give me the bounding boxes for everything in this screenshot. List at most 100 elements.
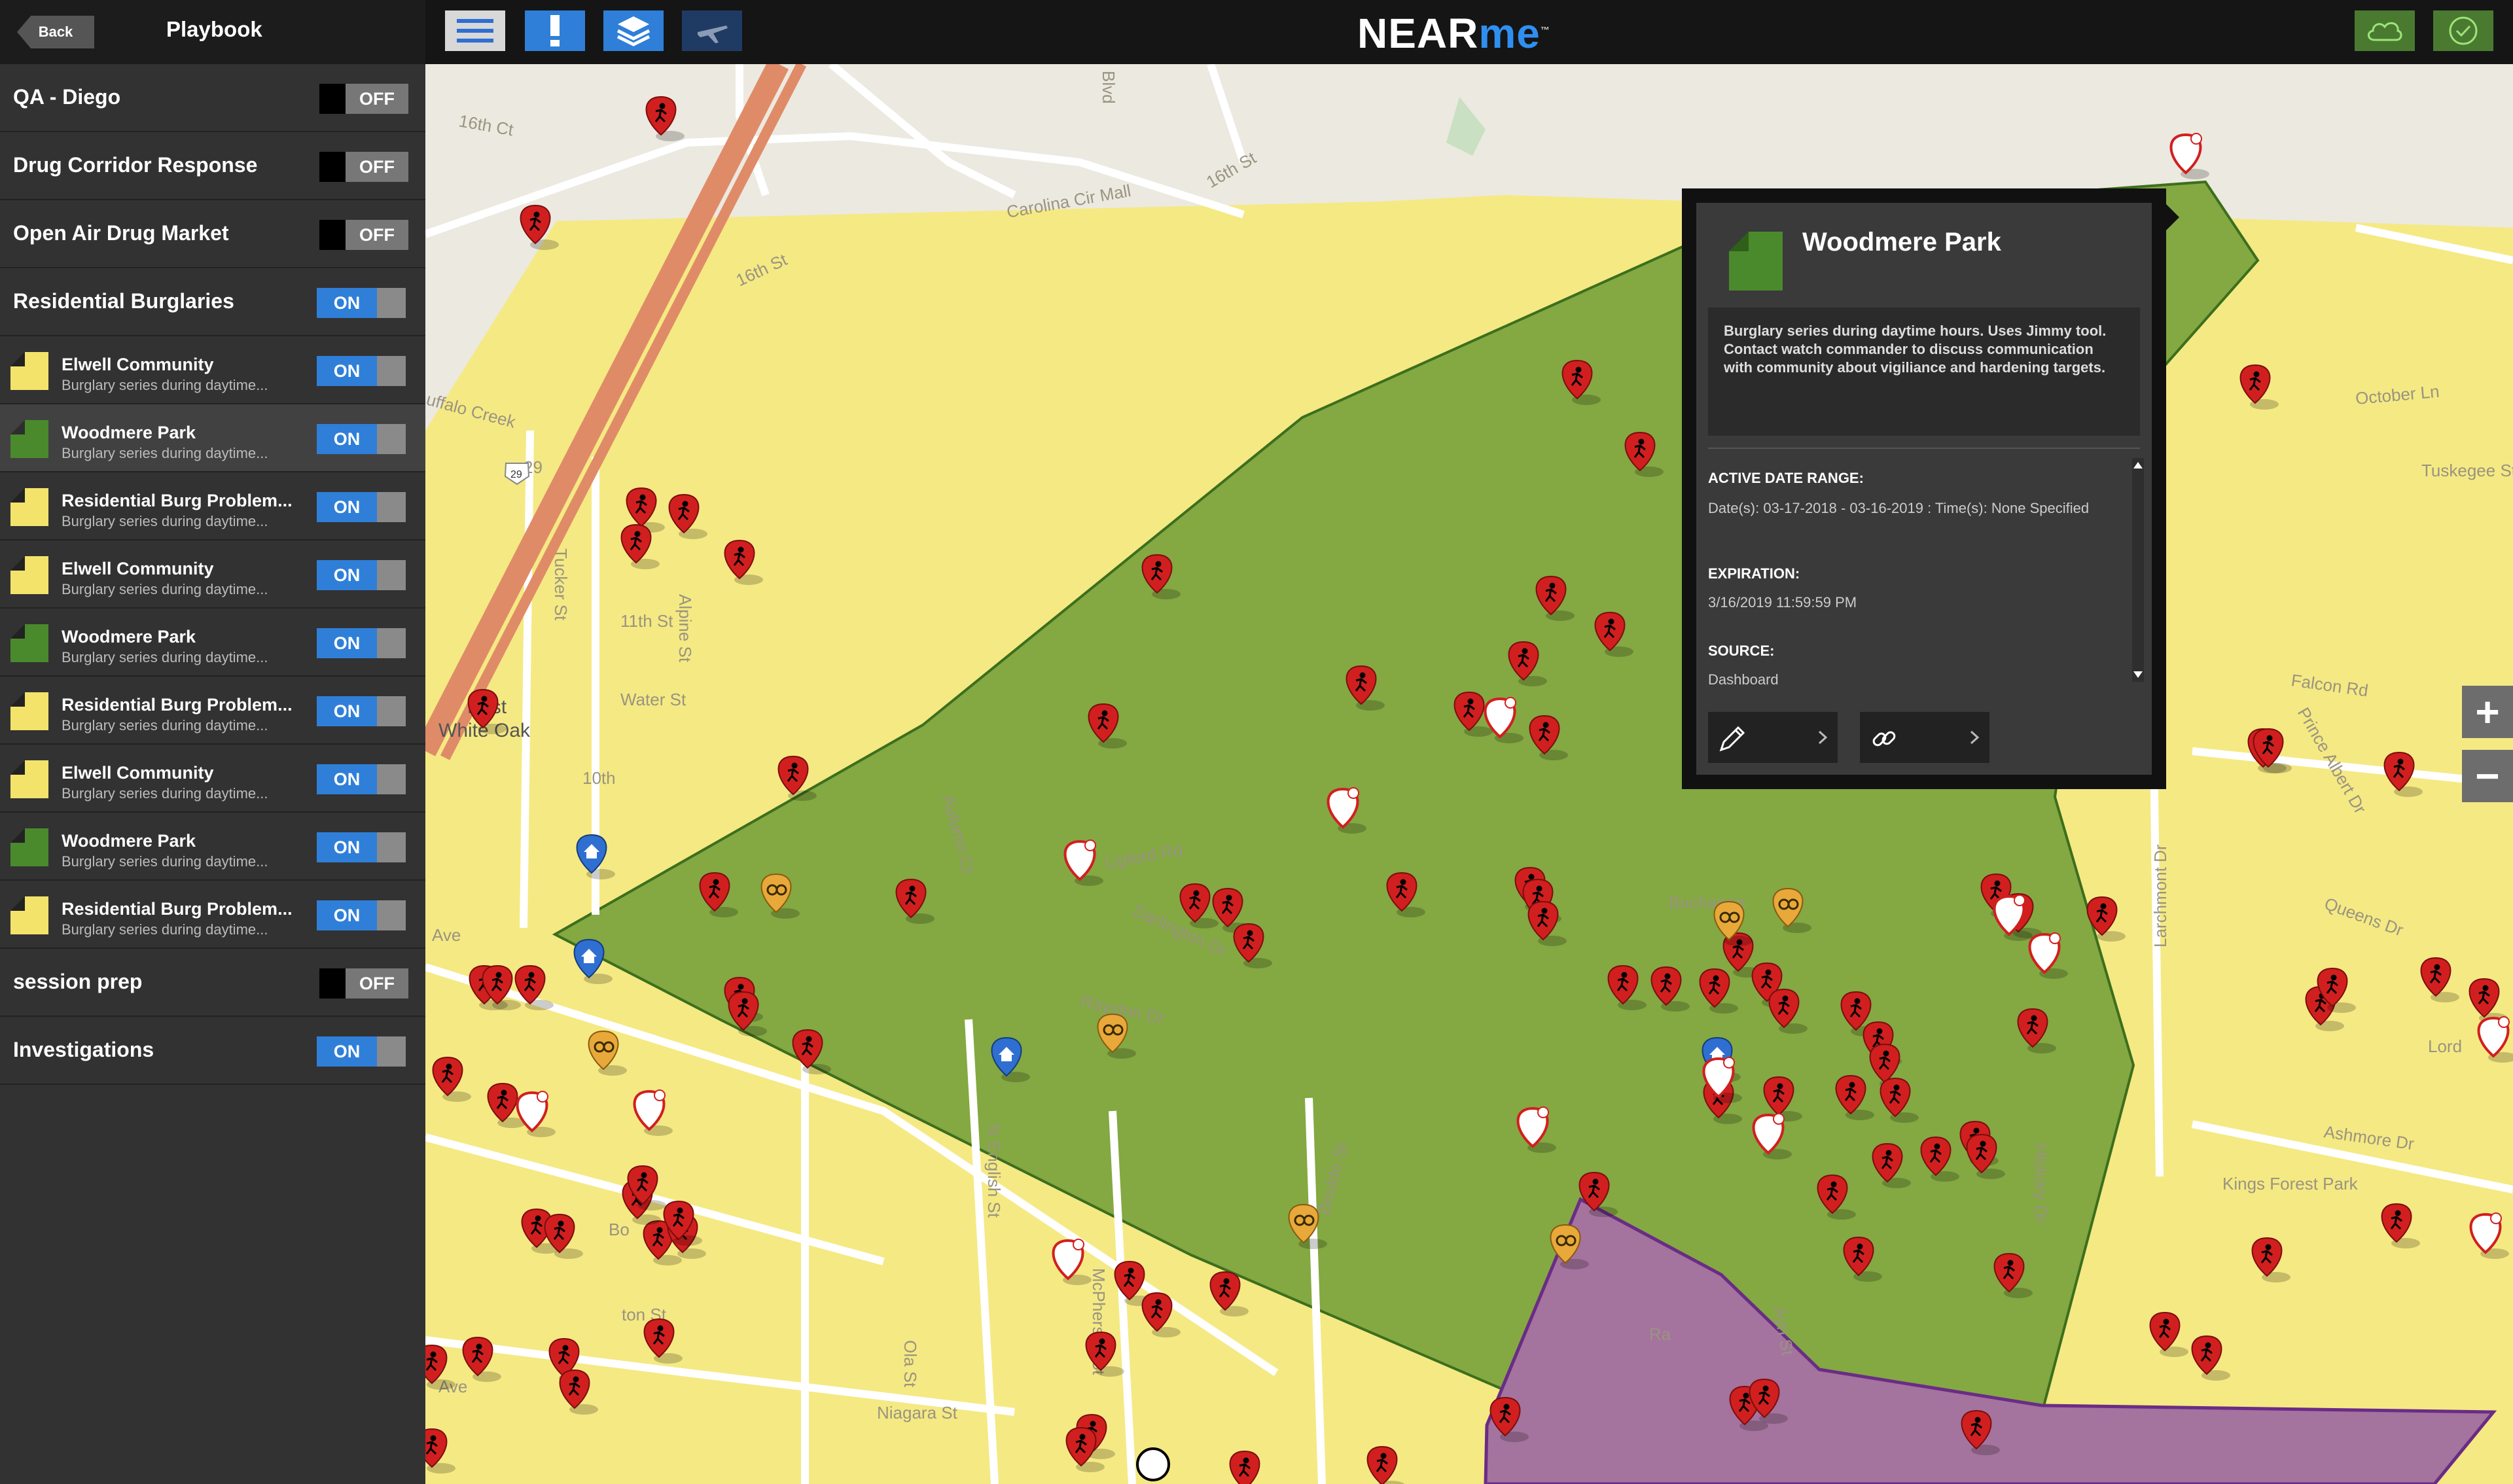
layer-item-title: Residential Burg Problem... — [62, 695, 293, 715]
street-label: Larchmont Dr — [2150, 844, 2170, 947]
popup-pointer — [2165, 203, 2179, 232]
layer-item[interactable]: Woodmere Park Burglary series during dayt… — [0, 813, 425, 881]
link-button[interactable] — [1860, 712, 1989, 763]
layer-item-title: Elwell Community — [62, 559, 214, 578]
flight-button[interactable] — [682, 10, 742, 51]
street-label: 10th — [582, 768, 616, 788]
back-button[interactable]: Back — [17, 16, 94, 48]
layer-item[interactable]: Elwell Community Burglary series during d… — [0, 336, 425, 404]
toggle-label: ON — [317, 696, 377, 726]
active-date-label: ACTIVE DATE RANGE: — [1708, 470, 1864, 486]
toggle-label: ON — [317, 356, 377, 386]
visibility-toggle[interactable]: ON — [317, 424, 406, 454]
expiration-value: 3/16/2019 11:59:59 PM — [1708, 594, 1857, 610]
map-view[interactable]: 16th Ct 16th St Carolina Cir Mall 16th S… — [425, 64, 2513, 1484]
playbook-item[interactable]: Open Air Drug Market OFF — [0, 200, 425, 268]
layer-swatch-icon — [10, 760, 48, 798]
visibility-toggle[interactable]: ON — [317, 560, 406, 590]
chevron-right-icon — [1818, 730, 1827, 745]
visibility-toggle[interactable]: OFF — [319, 152, 408, 182]
layer-item[interactable]: Residential Burg Problem... Burglary seri… — [0, 881, 425, 949]
visibility-toggle[interactable]: ON — [317, 492, 406, 522]
street-label: Water St — [620, 690, 686, 709]
playbook-item[interactable]: QA - Diego OFF — [0, 64, 425, 132]
menu-icon — [457, 19, 493, 43]
toggle-label: ON — [317, 900, 377, 930]
check-circle-icon — [2449, 16, 2478, 45]
layer-item-title: Woodmere Park — [62, 627, 196, 646]
edit-button[interactable] — [1708, 712, 1838, 763]
layer-item[interactable]: Residential Burg Problem... Burglary seri… — [0, 677, 425, 745]
field-interview-marker[interactable] — [1136, 1447, 1170, 1481]
visibility-toggle[interactable]: ON — [317, 288, 406, 318]
logo-tm: ™ — [1540, 24, 1550, 35]
layers-button[interactable] — [603, 10, 664, 51]
playbook-item-title: Investigations — [13, 1038, 154, 1061]
toggle-label: ON — [317, 832, 377, 862]
visibility-toggle[interactable]: ON — [317, 900, 406, 930]
visibility-toggle[interactable]: ON — [317, 764, 406, 794]
zoom-in-button[interactable]: + — [2462, 686, 2513, 738]
layer-item[interactable]: Residential Burg Problem... Burglary seri… — [0, 472, 425, 540]
playbook-item[interactable]: session prep OFF — [0, 949, 425, 1017]
source-value: Dashboard — [1708, 671, 1779, 688]
toggle-knob — [377, 356, 406, 386]
logo-near: NEAR — [1357, 10, 1479, 57]
layer-swatch-icon — [1729, 232, 1783, 291]
toggle-knob — [377, 492, 406, 522]
nearme-logo: NEARme™ — [1357, 9, 1550, 58]
visibility-toggle[interactable]: OFF — [319, 220, 408, 250]
route-29-shield-label: 29 — [510, 469, 522, 480]
visibility-toggle[interactable]: ON — [317, 696, 406, 726]
layer-item-description: Burglary series during daytime... — [62, 581, 268, 597]
layer-item-description: Burglary series during daytime... — [62, 513, 268, 529]
layer-item[interactable]: Woodmere Park Burglary series during dayt… — [0, 404, 425, 472]
playbook-item[interactable]: Drug Corridor Response OFF — [0, 132, 425, 200]
layer-item-description: Burglary series during daytime... — [62, 717, 268, 733]
alerts-button[interactable] — [525, 10, 585, 51]
pencil-icon — [1719, 726, 1745, 752]
zoom-out-button[interactable]: − — [2462, 750, 2513, 802]
visibility-toggle[interactable]: OFF — [319, 968, 408, 998]
visibility-toggle[interactable]: ON — [317, 1036, 406, 1067]
playbook-item-title: session prep — [13, 970, 143, 993]
toggle-knob — [377, 628, 406, 658]
street-label: N English St — [984, 1124, 1004, 1218]
layer-item-title: Woodmere Park — [62, 831, 196, 851]
menu-button[interactable] — [445, 10, 505, 51]
toggle-knob — [377, 560, 406, 590]
visibility-toggle[interactable]: OFF — [319, 84, 408, 114]
layer-item[interactable]: Elwell Community Burglary series during d… — [0, 745, 425, 813]
status-button[interactable] — [2433, 10, 2493, 51]
visibility-toggle[interactable]: ON — [317, 356, 406, 386]
street-label: Tucker St — [551, 548, 571, 621]
scroll-up-icon[interactable] — [2133, 462, 2143, 468]
layer-item-title: Residential Burg Problem... — [62, 899, 293, 919]
scroll-down-icon[interactable] — [2133, 671, 2143, 678]
street-label: 11th St — [620, 611, 673, 631]
street-label: Lord — [2428, 1036, 2462, 1056]
playbook-item-title: Drug Corridor Response — [13, 153, 258, 177]
popup-separator — [1708, 448, 2140, 449]
toggle-knob — [319, 220, 346, 250]
layer-item-description: Burglary series during daytime... — [62, 785, 268, 802]
playbook-item[interactable]: Investigations ON — [0, 1017, 425, 1085]
toggle-knob — [377, 900, 406, 930]
street-label: Ave — [432, 925, 461, 945]
popup-scrollbar[interactable] — [2132, 458, 2144, 682]
layer-item[interactable]: Elwell Community Burglary series during d… — [0, 540, 425, 609]
street-label: Bo — [609, 1220, 630, 1239]
popup-description: Burglary series during daytime hours. Us… — [1724, 323, 2107, 376]
visibility-toggle[interactable]: ON — [317, 832, 406, 862]
toggle-label: ON — [317, 560, 377, 590]
cloud-button[interactable] — [2355, 10, 2415, 51]
layer-swatch-icon — [10, 488, 48, 526]
cloud-icon — [2368, 22, 2402, 41]
layer-item[interactable]: Woodmere Park Burglary series during dayt… — [0, 609, 425, 677]
visibility-toggle[interactable]: ON — [317, 628, 406, 658]
playbook-item[interactable]: Residential Burglaries ON — [0, 268, 425, 336]
street-label: Alpine St — [675, 594, 695, 663]
top-toolbar: NEARme™ — [425, 0, 2513, 64]
layers-icon — [616, 16, 651, 46]
toggle-label: OFF — [346, 84, 408, 114]
